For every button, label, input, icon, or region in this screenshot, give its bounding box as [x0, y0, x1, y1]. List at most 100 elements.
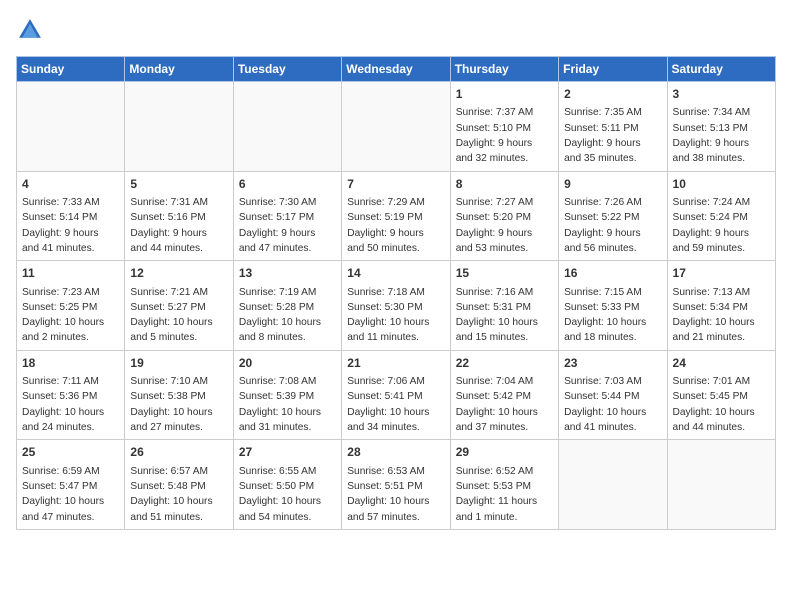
calendar-header: SundayMondayTuesdayWednesdayThursdayFrid…	[17, 57, 776, 82]
day-info: Sunrise: 7:29 AMSunset: 5:19 PMDaylight:…	[347, 195, 444, 256]
day-info: Sunrise: 7:19 AMSunset: 5:28 PMDaylight:…	[239, 285, 336, 346]
day-number: 12	[130, 265, 227, 282]
calendar-cell	[667, 440, 775, 530]
calendar-cell: 1 Sunrise: 7:37 AMSunset: 5:10 PMDaylight…	[450, 82, 558, 172]
day-info: Sunrise: 7:18 AMSunset: 5:30 PMDaylight:…	[347, 285, 444, 346]
day-number: 5	[130, 176, 227, 193]
calendar-cell: 2 Sunrise: 7:35 AMSunset: 5:11 PMDaylight…	[559, 82, 667, 172]
day-info: Sunrise: 7:01 AMSunset: 5:45 PMDaylight:…	[673, 374, 770, 435]
day-info: Sunrise: 6:53 AMSunset: 5:51 PMDaylight:…	[347, 464, 444, 525]
calendar-cell	[559, 440, 667, 530]
calendar-cell: 11 Sunrise: 7:23 AMSunset: 5:25 PMDayligh…	[17, 261, 125, 351]
calendar-cell: 10 Sunrise: 7:24 AMSunset: 5:24 PMDayligh…	[667, 171, 775, 261]
day-number: 6	[239, 176, 336, 193]
day-number: 3	[673, 86, 770, 103]
day-info: Sunrise: 7:30 AMSunset: 5:17 PMDaylight:…	[239, 195, 336, 256]
day-number: 16	[564, 265, 661, 282]
day-number: 1	[456, 86, 553, 103]
calendar-cell: 8 Sunrise: 7:27 AMSunset: 5:20 PMDaylight…	[450, 171, 558, 261]
day-number: 22	[456, 355, 553, 372]
weekday-header-thursday: Thursday	[450, 57, 558, 82]
day-number: 4	[22, 176, 119, 193]
day-info: Sunrise: 7:15 AMSunset: 5:33 PMDaylight:…	[564, 285, 661, 346]
calendar-cell	[125, 82, 233, 172]
day-info: Sunrise: 7:03 AMSunset: 5:44 PMDaylight:…	[564, 374, 661, 435]
day-info: Sunrise: 6:57 AMSunset: 5:48 PMDaylight:…	[130, 464, 227, 525]
page-header	[16, 16, 776, 44]
day-number: 28	[347, 444, 444, 461]
day-info: Sunrise: 6:59 AMSunset: 5:47 PMDaylight:…	[22, 464, 119, 525]
calendar-cell: 23 Sunrise: 7:03 AMSunset: 5:44 PMDayligh…	[559, 350, 667, 440]
calendar-cell: 19 Sunrise: 7:10 AMSunset: 5:38 PMDayligh…	[125, 350, 233, 440]
day-info: Sunrise: 7:33 AMSunset: 5:14 PMDaylight:…	[22, 195, 119, 256]
day-info: Sunrise: 7:21 AMSunset: 5:27 PMDaylight:…	[130, 285, 227, 346]
day-info: Sunrise: 7:26 AMSunset: 5:22 PMDaylight:…	[564, 195, 661, 256]
day-number: 2	[564, 86, 661, 103]
day-number: 14	[347, 265, 444, 282]
day-number: 11	[22, 265, 119, 282]
calendar-cell: 25 Sunrise: 6:59 AMSunset: 5:47 PMDayligh…	[17, 440, 125, 530]
day-number: 21	[347, 355, 444, 372]
calendar-cell: 3Sunrise: 7:34 AMSunset: 5:13 PMDaylight…	[667, 82, 775, 172]
day-number: 19	[130, 355, 227, 372]
day-number: 26	[130, 444, 227, 461]
calendar-cell: 18Sunrise: 7:11 AMSunset: 5:36 PMDayligh…	[17, 350, 125, 440]
calendar-cell: 29 Sunrise: 6:52 AMSunset: 5:53 PMDayligh…	[450, 440, 558, 530]
day-number: 9	[564, 176, 661, 193]
calendar-cell	[17, 82, 125, 172]
day-info: Sunrise: 7:31 AMSunset: 5:16 PMDaylight:…	[130, 195, 227, 256]
day-number: 8	[456, 176, 553, 193]
calendar-week-2: 4 Sunrise: 7:33 AMSunset: 5:14 PMDaylight…	[17, 171, 776, 261]
calendar-body: 1 Sunrise: 7:37 AMSunset: 5:10 PMDaylight…	[17, 82, 776, 530]
day-number: 10	[673, 176, 770, 193]
weekday-header-saturday: Saturday	[667, 57, 775, 82]
logo-icon	[16, 16, 44, 44]
weekday-header-row: SundayMondayTuesdayWednesdayThursdayFrid…	[17, 57, 776, 82]
calendar-cell: 14 Sunrise: 7:18 AMSunset: 5:30 PMDayligh…	[342, 261, 450, 351]
calendar-week-3: 11 Sunrise: 7:23 AMSunset: 5:25 PMDayligh…	[17, 261, 776, 351]
day-number: 27	[239, 444, 336, 461]
logo	[16, 16, 48, 44]
calendar-week-5: 25 Sunrise: 6:59 AMSunset: 5:47 PMDayligh…	[17, 440, 776, 530]
day-info: Sunrise: 6:52 AMSunset: 5:53 PMDaylight:…	[456, 464, 553, 525]
day-number: 17	[673, 265, 770, 282]
day-number: 20	[239, 355, 336, 372]
calendar-cell: 5 Sunrise: 7:31 AMSunset: 5:16 PMDaylight…	[125, 171, 233, 261]
calendar-cell	[342, 82, 450, 172]
calendar-cell: 7 Sunrise: 7:29 AMSunset: 5:19 PMDaylight…	[342, 171, 450, 261]
calendar-cell: 20Sunrise: 7:08 AMSunset: 5:39 PMDayligh…	[233, 350, 341, 440]
weekday-header-friday: Friday	[559, 57, 667, 82]
calendar-cell: 6 Sunrise: 7:30 AMSunset: 5:17 PMDaylight…	[233, 171, 341, 261]
day-info: Sunrise: 7:04 AMSunset: 5:42 PMDaylight:…	[456, 374, 553, 435]
day-number: 29	[456, 444, 553, 461]
day-number: 24	[673, 355, 770, 372]
day-number: 23	[564, 355, 661, 372]
calendar-cell: 13Sunrise: 7:19 AMSunset: 5:28 PMDayligh…	[233, 261, 341, 351]
day-number: 7	[347, 176, 444, 193]
day-info: Sunrise: 7:11 AMSunset: 5:36 PMDaylight:…	[22, 374, 119, 435]
calendar-cell: 24 Sunrise: 7:01 AMSunset: 5:45 PMDayligh…	[667, 350, 775, 440]
day-info: Sunrise: 7:23 AMSunset: 5:25 PMDaylight:…	[22, 285, 119, 346]
day-info: Sunrise: 7:24 AMSunset: 5:24 PMDaylight:…	[673, 195, 770, 256]
calendar-cell: 12 Sunrise: 7:21 AMSunset: 5:27 PMDayligh…	[125, 261, 233, 351]
day-info: Sunrise: 7:27 AMSunset: 5:20 PMDaylight:…	[456, 195, 553, 256]
day-info: Sunrise: 7:06 AMSunset: 5:41 PMDaylight:…	[347, 374, 444, 435]
calendar-cell: 26 Sunrise: 6:57 AMSunset: 5:48 PMDayligh…	[125, 440, 233, 530]
calendar-cell: 21 Sunrise: 7:06 AMSunset: 5:41 PMDayligh…	[342, 350, 450, 440]
weekday-header-sunday: Sunday	[17, 57, 125, 82]
day-number: 25	[22, 444, 119, 461]
day-info: Sunrise: 7:10 AMSunset: 5:38 PMDaylight:…	[130, 374, 227, 435]
weekday-header-wednesday: Wednesday	[342, 57, 450, 82]
day-info: Sunrise: 7:35 AMSunset: 5:11 PMDaylight:…	[564, 105, 661, 166]
day-info: Sunrise: 7:13 AMSunset: 5:34 PMDaylight:…	[673, 285, 770, 346]
calendar-cell: 22 Sunrise: 7:04 AMSunset: 5:42 PMDayligh…	[450, 350, 558, 440]
calendar-cell: 15Sunrise: 7:16 AMSunset: 5:31 PMDayligh…	[450, 261, 558, 351]
day-info: Sunrise: 6:55 AMSunset: 5:50 PMDaylight:…	[239, 464, 336, 525]
day-info: Sunrise: 7:37 AMSunset: 5:10 PMDaylight:…	[456, 105, 553, 166]
weekday-header-tuesday: Tuesday	[233, 57, 341, 82]
calendar-cell: 27 Sunrise: 6:55 AMSunset: 5:50 PMDayligh…	[233, 440, 341, 530]
weekday-header-monday: Monday	[125, 57, 233, 82]
calendar-week-1: 1 Sunrise: 7:37 AMSunset: 5:10 PMDaylight…	[17, 82, 776, 172]
calendar-table: SundayMondayTuesdayWednesdayThursdayFrid…	[16, 56, 776, 530]
calendar-cell: 9 Sunrise: 7:26 AMSunset: 5:22 PMDaylight…	[559, 171, 667, 261]
